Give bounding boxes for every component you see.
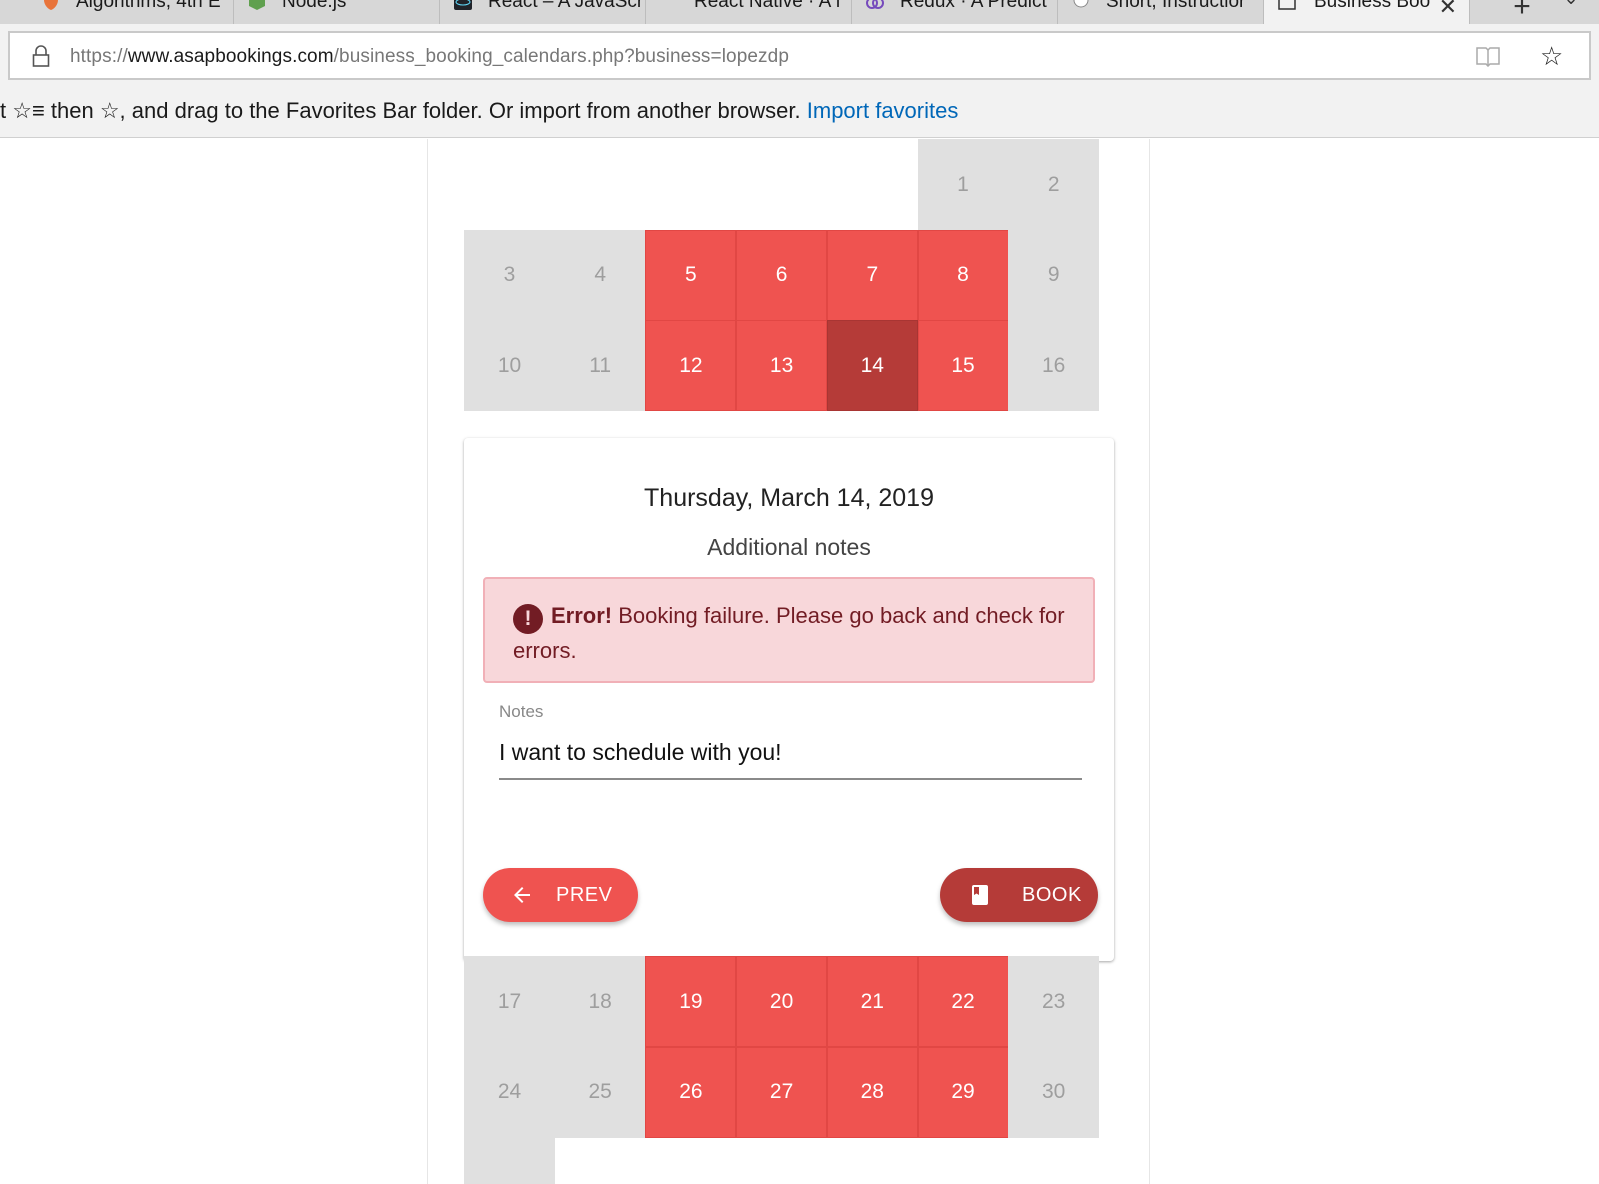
tab-label: Node.js <box>282 0 347 12</box>
booking-container: 1 2 3 4 5 6 7 8 9 10 11 12 13 14 15 16 Thursday, March … <box>427 139 1150 1184</box>
tab-list-chevron-icon[interactable]: ⌄ <box>1556 0 1586 18</box>
tab-label: React – A JavaScr <box>488 0 644 12</box>
calendar-day[interactable]: 15 <box>917 320 1009 412</box>
notes-input[interactable] <box>499 727 1082 780</box>
calendar-day: 2 <box>1008 139 1100 230</box>
calendar-bottom-grid: 17 18 19 20 21 22 23 24 25 26 27 28 29 30 <box>464 956 1114 1184</box>
calendar-day: 4 <box>554 229 646 321</box>
calendar-day: 30 <box>1008 1046 1100 1138</box>
calendar-day: 23 <box>1008 956 1100 1047</box>
new-tab-button[interactable]: + <box>1502 0 1542 23</box>
favorite-star-icon[interactable]: ☆ <box>1540 41 1563 72</box>
address-bar-area: https://www.asapbookings.com/business_bo… <box>0 24 1599 88</box>
tab-short-instruction[interactable]: Short, Instructior <box>1058 0 1264 24</box>
page-icon <box>1278 0 1296 10</box>
tab-label: Redux · A Predict <box>900 0 1047 12</box>
calendar-day: 24 <box>464 1046 555 1138</box>
alert-title: Error! <box>551 603 613 628</box>
booking-card: Thursday, March 14, 2019 Additional note… <box>464 438 1114 961</box>
calendar-day: 16 <box>1008 320 1100 412</box>
tab-label: Business Boo <box>1314 0 1431 12</box>
calendar-day-selected[interactable]: 14 <box>826 320 918 412</box>
arrow-left-icon <box>514 887 530 903</box>
url-scheme: https:// <box>70 46 128 67</box>
address-bar[interactable]: https://www.asapbookings.com/business_bo… <box>8 31 1591 80</box>
calendar-day: 9 <box>1008 229 1100 321</box>
calendar-day[interactable]: 5 <box>645 229 737 321</box>
notes-label: Notes <box>499 702 544 721</box>
prev-button-label: PREV <box>556 883 613 906</box>
calendar-day: 11 <box>554 320 646 412</box>
react-atom-icon <box>454 0 472 10</box>
calendar-day: 3 <box>464 229 555 321</box>
tab-label: Algorithms, 4th E <box>76 0 221 12</box>
calendar-day[interactable]: 22 <box>917 956 1009 1047</box>
calendar-day[interactable]: 27 <box>736 1046 828 1138</box>
close-tab-icon[interactable]: ✕ <box>1439 0 1457 20</box>
selected-date: Thursday, March 14, 2019 <box>644 484 934 512</box>
calendar-day: 1 <box>917 139 1009 230</box>
error-alert: ! Error! Booking failure. Please go back … <box>483 577 1095 683</box>
favorites-bar: t ☆≡ then ☆, and drag to the Favorites B… <box>0 88 1599 138</box>
site-icon <box>1073 0 1089 8</box>
calendar-day <box>464 1137 555 1184</box>
book-button-label: BOOK <box>1022 883 1082 906</box>
redux-icon <box>866 0 884 9</box>
calendar-day[interactable]: 29 <box>917 1046 1009 1138</box>
import-favorites-link[interactable]: Import favorites <box>807 98 959 123</box>
calendar-day[interactable]: 21 <box>826 956 918 1047</box>
url-path: /business_booking_calendars.php?business… <box>333 46 789 67</box>
calendar-day[interactable]: 8 <box>917 229 1009 321</box>
page-content: 1 2 3 4 5 6 7 8 9 10 11 12 13 14 15 16 Thursday, March … <box>0 139 1599 1184</box>
princeton-shield-icon <box>44 0 58 10</box>
calendar-day[interactable]: 19 <box>645 956 737 1047</box>
calendar-day[interactable]: 13 <box>736 320 828 412</box>
nodejs-hexagon-icon <box>249 0 265 10</box>
url-text[interactable]: https://www.asapbookings.com/business_bo… <box>70 46 789 68</box>
tab-algorithms[interactable]: Algorithms, 4th E <box>28 0 234 24</box>
book-button[interactable]: BOOK <box>940 868 1098 922</box>
calendar-top-grid: 1 2 3 4 5 6 7 8 9 10 11 12 13 14 15 16 <box>464 139 1114 412</box>
tab-redux[interactable]: Redux · A Predict <box>852 0 1058 24</box>
calendar-day[interactable]: 20 <box>736 956 828 1047</box>
calendar-day: 10 <box>464 320 555 412</box>
url-domain: www.asapbookings.com <box>127 46 334 67</box>
reading-view-icon[interactable] <box>1475 45 1501 67</box>
tab-business-bookings[interactable]: Business Boo ✕ <box>1264 0 1470 24</box>
tab-react[interactable]: React – A JavaScr <box>440 0 646 24</box>
book-icon <box>972 885 988 905</box>
calendar-day[interactable]: 7 <box>826 229 918 321</box>
calendar-day[interactable]: 12 <box>645 320 737 412</box>
lock-icon <box>32 45 50 67</box>
calendar-day[interactable]: 28 <box>826 1046 918 1138</box>
calendar-day: 18 <box>554 956 646 1047</box>
error-icon: ! <box>513 604 543 634</box>
tab-bar: Algorithms, 4th E Node.js React – A Java… <box>0 0 1599 24</box>
tab-label: Short, Instructior <box>1106 0 1246 12</box>
calendar-day[interactable]: 26 <box>645 1046 737 1138</box>
tab-nodejs[interactable]: Node.js <box>234 0 440 24</box>
prev-button[interactable]: PREV <box>483 868 638 922</box>
calendar-day: 17 <box>464 956 555 1047</box>
calendar-day[interactable]: 6 <box>736 229 828 321</box>
tab-label: React Native · A f <box>694 0 841 12</box>
calendar-day: 25 <box>554 1046 646 1138</box>
card-subtitle: Additional notes <box>707 534 871 560</box>
tab-react-native[interactable]: React Native · A f <box>646 0 852 24</box>
favorites-hint-text: t ☆≡ then ☆, and drag to the Favorites B… <box>0 98 807 123</box>
favorites-hint: t ☆≡ then ☆, and drag to the Favorites B… <box>0 98 958 124</box>
